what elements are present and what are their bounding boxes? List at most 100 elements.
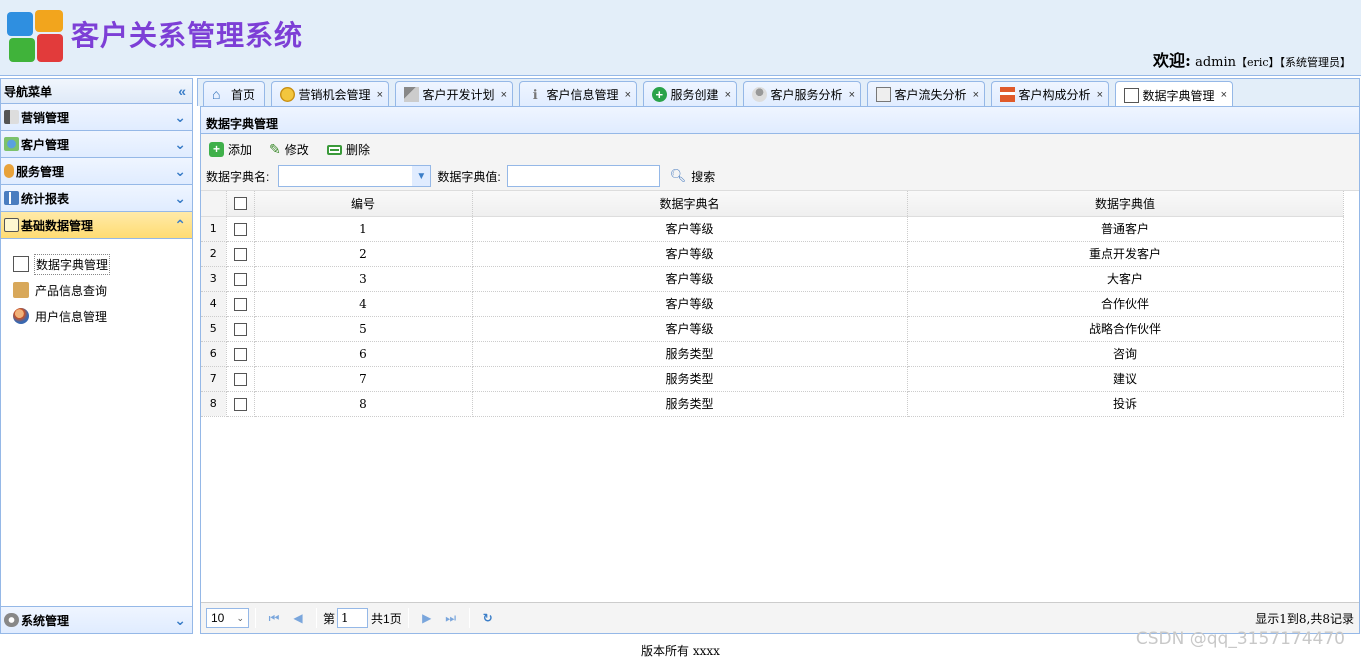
cell-name: 服务类型: [472, 391, 908, 417]
user-nickname: 【eric】: [1236, 56, 1280, 69]
table-row[interactable]: 1 1 客户等级 普通客户: [201, 216, 1344, 242]
last-page-icon[interactable]: ⏭: [439, 611, 463, 626]
cell-name: 服务类型: [472, 366, 908, 392]
tab-marketing-opportunity[interactable]: 营销机会管理 ×: [271, 81, 389, 107]
watermark: CSDN @qq_3157174470: [1135, 629, 1345, 649]
column-header-value[interactable]: 数据字典值: [907, 191, 1344, 217]
page-size-select[interactable]: 10 ⌄: [206, 608, 249, 628]
tab-label: 客户流失分析: [894, 88, 967, 102]
dict-name-label: 数据字典名:: [206, 169, 270, 184]
tab-structure-analysis[interactable]: 客户构成分析 ×: [991, 81, 1109, 107]
add-label: 添加: [228, 143, 253, 157]
divider: [255, 608, 256, 628]
dict-value-input[interactable]: [506, 165, 660, 187]
close-icon[interactable]: ×: [501, 89, 507, 101]
delete-button[interactable]: 删除: [327, 141, 370, 158]
select-all-checkbox[interactable]: [226, 191, 255, 217]
first-page-icon[interactable]: ⏮: [262, 611, 286, 626]
table-row[interactable]: 7 7 服务类型 建议: [201, 366, 1344, 392]
row-checkbox[interactable]: [226, 391, 255, 417]
close-icon[interactable]: ×: [973, 89, 979, 101]
nav-section-label: 系统管理: [21, 613, 70, 628]
tab-loss-analysis[interactable]: 客户流失分析 ×: [867, 81, 985, 107]
nav-section-system[interactable]: 系统管理 ⌄: [1, 606, 192, 633]
row-checkbox[interactable]: [226, 216, 255, 242]
cell-id: 3: [254, 266, 473, 292]
nav-section-basic-data[interactable]: 基础数据管理 ⌃: [1, 212, 192, 239]
grid-header-row: 编号 数据字典名 数据字典值: [201, 191, 1344, 217]
row-checkbox[interactable]: [226, 316, 255, 342]
chevron-down-icon[interactable]: ▼: [412, 166, 431, 186]
tab-service-create[interactable]: + 服务创建 ×: [643, 81, 737, 107]
next-page-icon[interactable]: ▶: [415, 611, 439, 625]
customer-icon: [4, 137, 19, 151]
row-checkbox[interactable]: [226, 341, 255, 367]
page-number-input[interactable]: 1: [337, 608, 369, 628]
edit-label: 修改: [284, 143, 309, 157]
close-icon[interactable]: ×: [377, 89, 383, 101]
search-button[interactable]: 🔍︎ 搜索: [670, 168, 716, 185]
username: admin: [1195, 55, 1237, 70]
cell-value: 投诉: [907, 391, 1344, 417]
add-button[interactable]: + 添加: [209, 141, 252, 158]
table-row[interactable]: 4 4 客户等级 合作伙伴: [201, 291, 1344, 317]
tab-dictionary[interactable]: 数据字典管理 ×: [1115, 81, 1233, 108]
row-checkbox[interactable]: [226, 291, 255, 317]
cell-id: 1: [254, 216, 473, 242]
divider: [468, 608, 470, 628]
tab-label: 客户信息管理: [546, 88, 619, 102]
row-checkbox[interactable]: [226, 366, 255, 392]
close-icon[interactable]: ×: [725, 89, 731, 101]
nav-section-label: 客户管理: [21, 137, 70, 152]
nav-section-service[interactable]: 服务管理 ⌄: [1, 158, 192, 185]
table-row[interactable]: 3 3 客户等级 大客户: [201, 266, 1344, 292]
row-checkbox[interactable]: [226, 241, 255, 267]
structure-icon: [1000, 87, 1015, 102]
close-icon[interactable]: ×: [1221, 89, 1227, 101]
row-number: 3: [201, 266, 227, 292]
dict-name-select[interactable]: ▼: [278, 165, 432, 187]
tab-service-analysis[interactable]: 客户服务分析 ×: [743, 81, 861, 107]
cell-value: 合作伙伴: [907, 291, 1344, 317]
page-size-value: 10: [211, 611, 225, 625]
column-header-name[interactable]: 数据字典名: [472, 191, 908, 217]
app-title: 客户关系管理系统: [71, 19, 304, 52]
page-total: 共1页: [371, 611, 402, 626]
close-icon[interactable]: ×: [625, 89, 631, 101]
chevron-down-icon: ⌄: [174, 612, 186, 628]
cell-value: 咨询: [907, 341, 1344, 367]
table-row[interactable]: 6 6 服务类型 咨询: [201, 341, 1344, 367]
tab-label: 服务创建: [670, 88, 719, 102]
close-icon[interactable]: ×: [1097, 89, 1103, 101]
cell-name: 服务类型: [472, 341, 908, 367]
tab-home[interactable]: ⌂ 首页: [203, 81, 265, 107]
table-row[interactable]: 8 8 服务类型 投诉: [201, 391, 1344, 417]
close-icon[interactable]: ×: [849, 89, 855, 101]
marketing-icon: [4, 110, 19, 124]
nav-item-product[interactable]: 产品信息查询: [13, 277, 192, 303]
prev-page-icon[interactable]: ◀: [286, 611, 310, 625]
nav-section-customer[interactable]: 客户管理 ⌄: [1, 131, 192, 158]
table-row[interactable]: 2 2 客户等级 重点开发客户: [201, 241, 1344, 267]
cell-id: 7: [254, 366, 473, 392]
cell-id: 6: [254, 341, 473, 367]
divider: [407, 608, 409, 628]
nav-item-user[interactable]: 用户信息管理: [13, 303, 192, 329]
divider: [316, 608, 317, 628]
table-row[interactable]: 5 5 客户等级 战略合作伙伴: [201, 316, 1344, 342]
nav-section-marketing[interactable]: 营销管理 ⌄: [1, 104, 192, 131]
service-icon: [4, 164, 14, 178]
nav-section-report[interactable]: 统计报表 ⌄: [1, 185, 192, 212]
search-row: 数据字典名: ▼ 数据字典值: 🔍︎ 搜索: [206, 165, 715, 187]
tab-customer-info[interactable]: ℹ 客户信息管理 ×: [519, 81, 637, 107]
column-header-id[interactable]: 编号: [254, 191, 473, 217]
report-icon: [4, 191, 19, 205]
pencil-icon: ✎: [269, 141, 281, 157]
collapse-left-icon[interactable]: «: [178, 84, 186, 98]
tab-dev-plan[interactable]: 客户开发计划 ×: [395, 81, 513, 107]
edit-button[interactable]: ✎ 修改: [269, 141, 309, 158]
refresh-icon[interactable]: ↻: [476, 611, 500, 625]
nav-menu-title: 导航菜单: [4, 84, 53, 99]
row-checkbox[interactable]: [226, 266, 255, 292]
nav-item-dictionary[interactable]: 数据字典管理: [13, 251, 192, 277]
